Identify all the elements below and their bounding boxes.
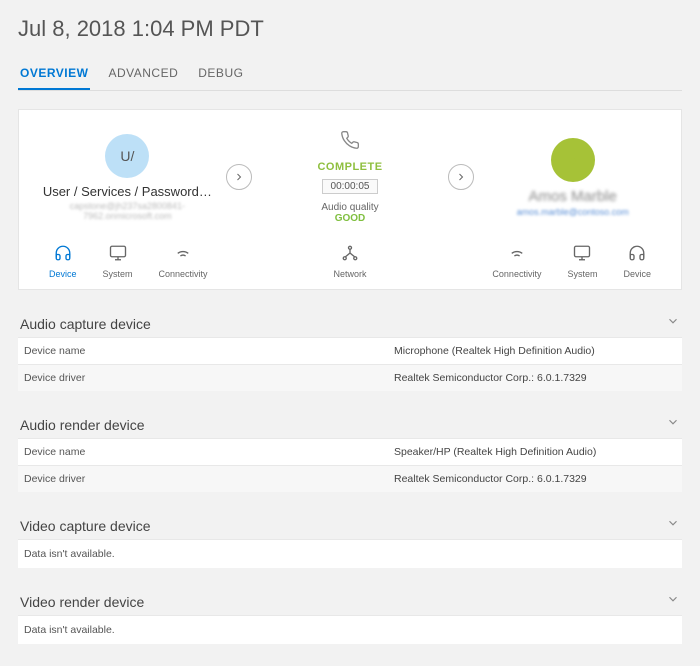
caller-device-label: Device: [49, 269, 77, 279]
tab-advanced[interactable]: ADVANCED: [106, 60, 180, 90]
headphones-icon: [54, 249, 72, 266]
row-key: Device driver: [24, 372, 394, 384]
callee-system-tab[interactable]: System: [567, 244, 597, 279]
caller-expand-button[interactable]: [226, 164, 252, 190]
call-center-block: COMPLETE 00:00:05 Audio quality GOOD: [252, 130, 449, 224]
wifi-icon: [508, 249, 526, 266]
section-audio-capture: Audio capture device Device name Microph…: [18, 314, 682, 391]
caller-metric-icons: Device System Connectivity: [49, 244, 208, 279]
page-title: Jul 8, 2018 1:04 PM PDT: [18, 16, 682, 42]
caller-system-label: System: [103, 269, 133, 279]
tabs: OVERVIEW ADVANCED DEBUG: [18, 60, 682, 91]
callee-metric-icons: Connectivity System Device: [492, 244, 651, 279]
caller-connectivity-tab[interactable]: Connectivity: [159, 244, 208, 279]
callee-block: ● Amos Marble amos.marble@contoso.com: [474, 138, 671, 217]
row-value: Realtek Semiconductor Corp.: 6.0.1.7329: [394, 372, 587, 384]
chevron-down-icon: [666, 314, 680, 333]
tab-overview[interactable]: OVERVIEW: [18, 60, 90, 90]
callee-email: amos.marble@contoso.com: [474, 207, 671, 217]
tab-debug[interactable]: DEBUG: [196, 60, 245, 90]
caller-avatar: U/: [105, 134, 149, 178]
audio-quality-label: Audio quality: [252, 202, 449, 213]
wifi-icon: [174, 249, 192, 266]
network-icon: [341, 249, 359, 266]
table-row: Device name Speaker/HP (Realtek High Def…: [18, 438, 682, 465]
caller-block: U/ User / Services / Password… capstone@…: [29, 134, 226, 221]
row-key: Device name: [24, 446, 394, 458]
phone-icon: [252, 130, 449, 155]
center-metric-icons: Network: [333, 244, 366, 279]
callee-system-label: System: [567, 269, 597, 279]
caller-device-tab[interactable]: Device: [49, 244, 77, 279]
chevron-down-icon: [666, 592, 680, 611]
callee-device-tab[interactable]: Device: [623, 244, 651, 279]
callee-avatar: ●: [551, 138, 595, 182]
headphones-icon: [628, 249, 646, 266]
row-value: Speaker/HP (Realtek High Definition Audi…: [394, 446, 596, 458]
monitor-icon: [573, 249, 591, 266]
section-audio-capture-title: Audio capture device: [20, 316, 151, 332]
caller-name: User / Services / Password…: [29, 184, 226, 199]
call-status: COMPLETE: [252, 161, 449, 173]
row-key: Device driver: [24, 473, 394, 485]
section-video-render: Video render device Data isn't available…: [18, 592, 682, 644]
caller-email: capstone@jh237sa2800841-7962.onmicrosoft…: [29, 201, 226, 221]
row-value: Realtek Semiconductor Corp.: 6.0.1.7329: [394, 473, 587, 485]
table-row: Device driver Realtek Semiconductor Corp…: [18, 364, 682, 391]
section-audio-render: Audio render device Device name Speaker/…: [18, 415, 682, 492]
network-tab[interactable]: Network: [333, 244, 366, 279]
callee-connectivity-tab[interactable]: Connectivity: [492, 244, 541, 279]
section-audio-render-title: Audio render device: [20, 417, 145, 433]
section-audio-render-header[interactable]: Audio render device: [18, 415, 682, 438]
row-key: Device name: [24, 345, 394, 357]
chevron-down-icon: [666, 415, 680, 434]
table-row: Device name Microphone (Realtek High Def…: [18, 337, 682, 364]
row-value: Microphone (Realtek High Definition Audi…: [394, 345, 595, 357]
call-summary-card: U/ User / Services / Password… capstone@…: [18, 109, 682, 290]
monitor-icon: [109, 249, 127, 266]
caller-system-tab[interactable]: System: [103, 244, 133, 279]
callee-expand-button[interactable]: [448, 164, 474, 190]
callee-connectivity-label: Connectivity: [492, 269, 541, 279]
table-row: Device driver Realtek Semiconductor Corp…: [18, 465, 682, 492]
callee-name: Amos Marble: [474, 188, 671, 205]
call-duration: 00:00:05: [322, 179, 379, 194]
section-video-capture: Video capture device Data isn't availabl…: [18, 516, 682, 568]
network-label: Network: [333, 269, 366, 279]
section-audio-capture-header[interactable]: Audio capture device: [18, 314, 682, 337]
no-data-message: Data isn't available.: [18, 615, 682, 644]
caller-connectivity-label: Connectivity: [159, 269, 208, 279]
section-video-capture-title: Video capture device: [20, 518, 151, 534]
no-data-message: Data isn't available.: [18, 539, 682, 568]
section-video-capture-header[interactable]: Video capture device: [18, 516, 682, 539]
callee-device-label: Device: [623, 269, 651, 279]
chevron-down-icon: [666, 516, 680, 535]
audio-quality-value: GOOD: [252, 213, 449, 224]
section-video-render-header[interactable]: Video render device: [18, 592, 682, 615]
section-video-render-title: Video render device: [20, 594, 144, 610]
metric-icons-row: Device System Connectivity Network: [29, 244, 671, 279]
